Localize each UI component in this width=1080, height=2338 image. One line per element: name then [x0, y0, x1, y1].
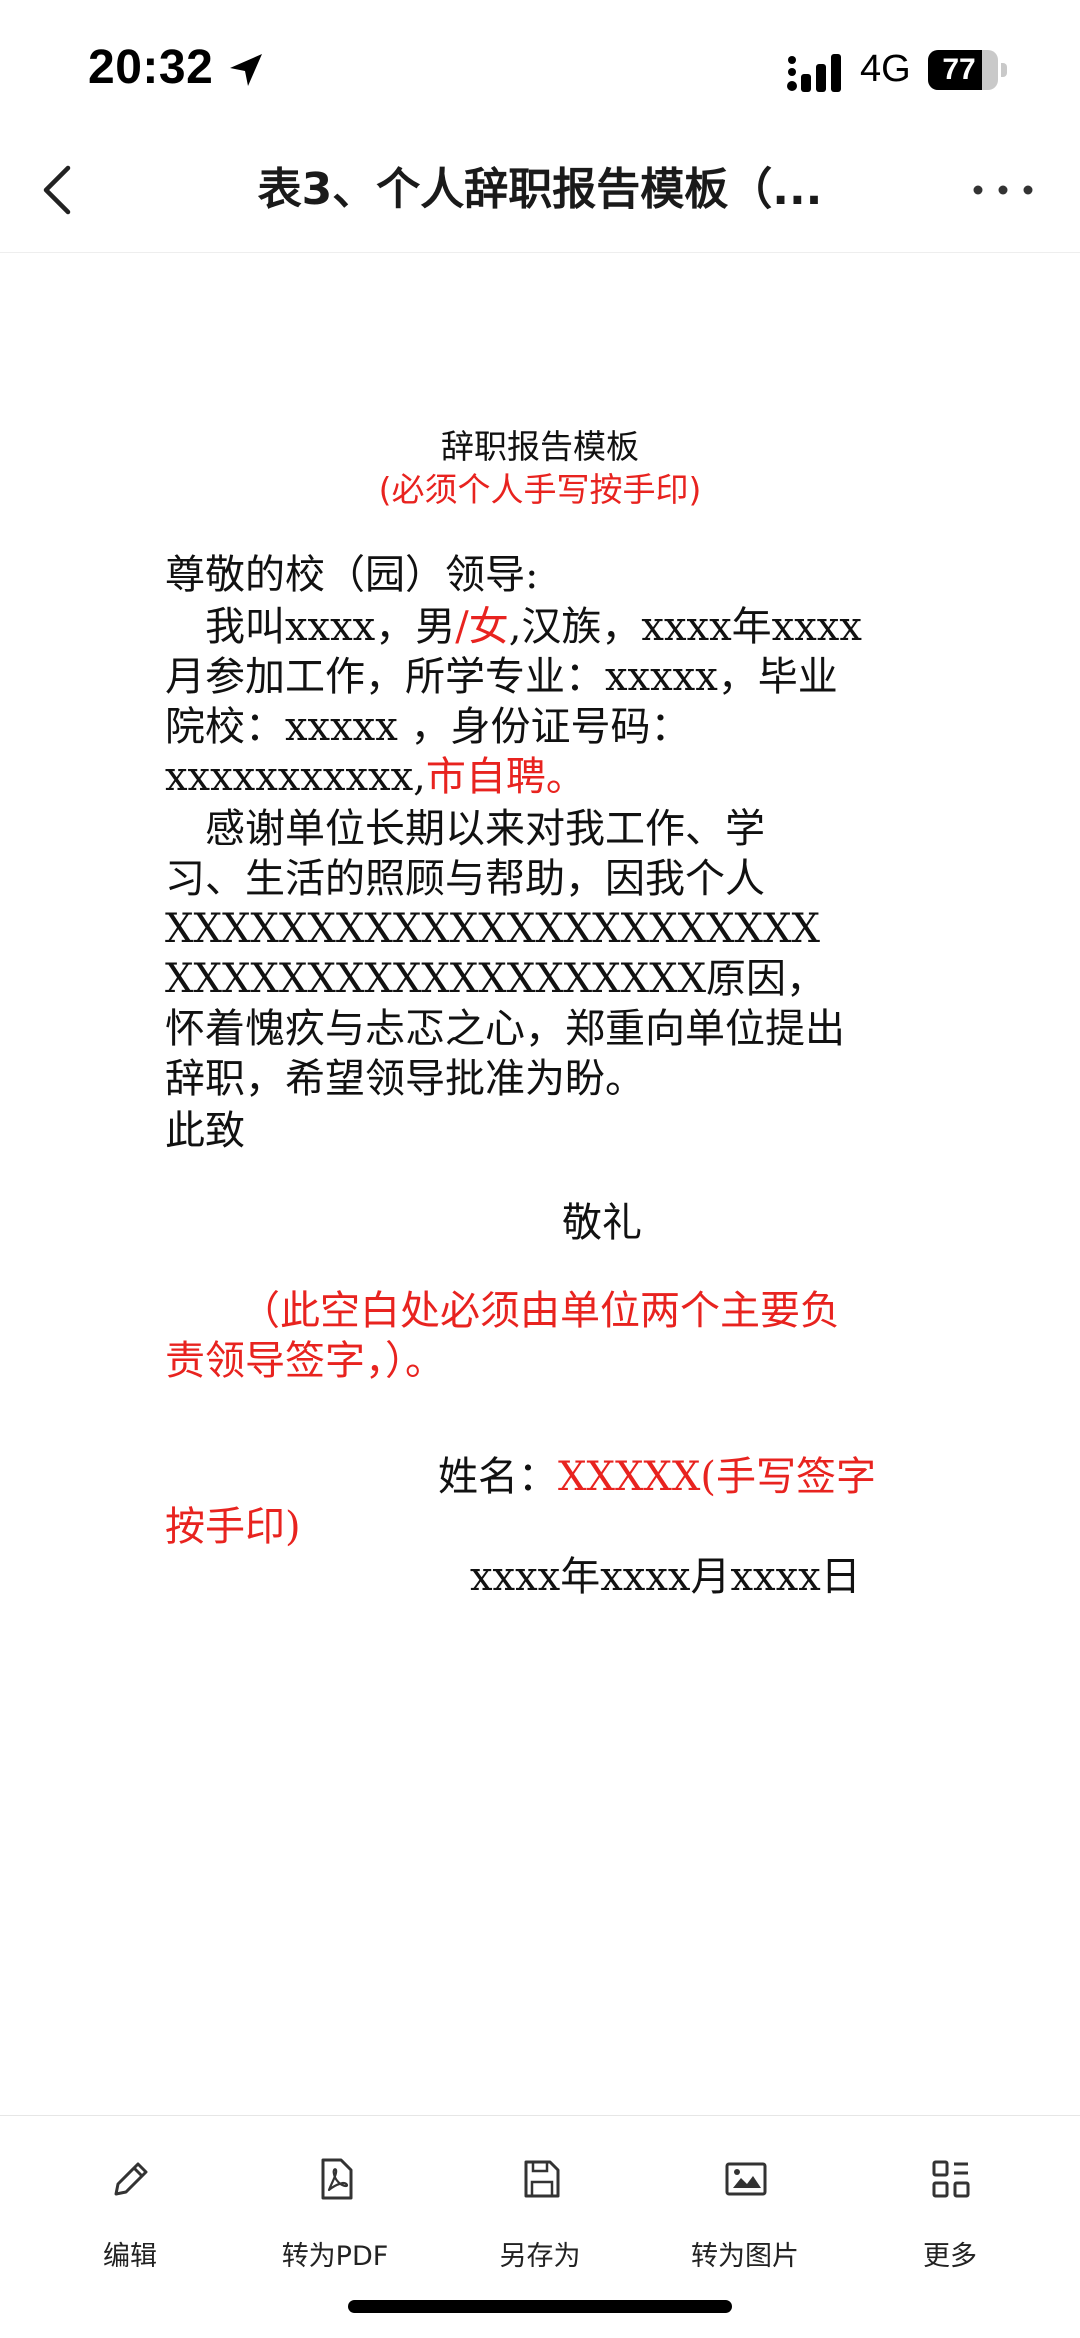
- status-time: 20:32: [88, 41, 214, 94]
- document-title: 辞职报告模板: [441, 427, 639, 466]
- signal-icon: [787, 54, 841, 92]
- paragraph-2-line-5: 怀着愧疚与忐忑之心，郑重向单位提出: [165, 1006, 845, 1052]
- save-as-button[interactable]: 另存为: [440, 2156, 640, 2286]
- convert-to-pdf-button[interactable]: 转为PDF: [235, 2156, 435, 2286]
- more-label: 更多: [923, 2241, 977, 2272]
- grid-icon: [932, 2160, 970, 2198]
- paragraph-1-line-3: 院校：xxxxx ，身份证号码：: [165, 704, 691, 750]
- more-button[interactable]: 更多: [850, 2156, 1050, 2286]
- paragraph-1-line-4: xxxxxxxxxxx,市自聘。: [165, 754, 586, 800]
- document-viewer[interactable]: 辞职报告模板 (必须个人手写按手印) 尊敬的校（园）领导: 我叫xxxx，男/女…: [0, 253, 1080, 2113]
- battery-level: 77: [942, 53, 976, 86]
- date-line: xxxx年xxxx月xxxx日: [470, 1554, 861, 1600]
- paragraph-2-line-2: 习、生活的照顾与帮助，因我个人: [165, 856, 765, 902]
- paragraph-2-line-3: XXXXXXXXXXXXXXXXXXXXXXX: [165, 906, 820, 952]
- save-icon: [524, 2160, 560, 2198]
- paragraph-1-line-2: 月参加工作，所学专业：xxxxx，毕业: [165, 654, 838, 700]
- save-as-label: 另存为: [499, 2241, 581, 2272]
- image-icon: [725, 2162, 767, 2196]
- battery-icon: 77: [928, 50, 1010, 90]
- document-title-note: (必须个人手写按手印): [378, 470, 702, 509]
- salutation: 尊敬的校（园）领导:: [165, 552, 539, 598]
- employment-type: 市自聘。: [425, 754, 586, 800]
- paragraph-2-line-6: 辞职，希望领导批准为盼。: [165, 1056, 645, 1102]
- edit-button[interactable]: 编辑: [30, 2156, 230, 2286]
- edit-label: 编辑: [103, 2241, 157, 2272]
- signature-note-line-2: 责领导签字，）。: [165, 1338, 445, 1384]
- home-indicator[interactable]: [348, 2300, 732, 2313]
- paragraph-1-line-1: 我叫xxxx，男/女,汉族，xxxx年xxxx: [165, 604, 862, 650]
- regards: 敬礼: [562, 1200, 642, 1246]
- convert-to-image-button[interactable]: 转为图片: [645, 2156, 845, 2286]
- closing: 此致: [165, 1108, 245, 1154]
- location-arrow-icon: [230, 54, 262, 86]
- more-options-button[interactable]: [968, 170, 1038, 210]
- paragraph-2-line-4: XXXXXXXXXXXXXXXXXXX原因，: [165, 956, 827, 1002]
- status-bar: 20:32 4G 77: [0, 0, 1080, 130]
- convert-to-pdf-label: 转为PDF: [281, 2241, 389, 2272]
- paragraph-2-line-1: 感谢单位长期以来对我工作、学: [165, 806, 765, 852]
- page-title: 表3、个人辞职报告模板（...: [257, 164, 823, 215]
- name-label: 姓名：: [438, 1454, 558, 1500]
- signature-note-line-1: （此空白处必须由单位两个主要负: [240, 1288, 840, 1334]
- pencil-icon: [114, 2162, 148, 2196]
- convert-to-image-label: 转为图片: [691, 2241, 799, 2272]
- name-line: 姓名：XXXXX(手写签字: [438, 1451, 876, 1503]
- name-value: XXXXX(手写签字: [558, 1454, 876, 1500]
- network-type: 4G: [860, 48, 911, 90]
- pdf-file-icon: [321, 2158, 353, 2200]
- nav-bar: 表3、个人辞职报告模板（...: [0, 130, 1080, 253]
- back-button[interactable]: [28, 160, 88, 220]
- gender-option-female: /女: [455, 604, 509, 650]
- name-value-line-2: 按手印): [165, 1504, 301, 1550]
